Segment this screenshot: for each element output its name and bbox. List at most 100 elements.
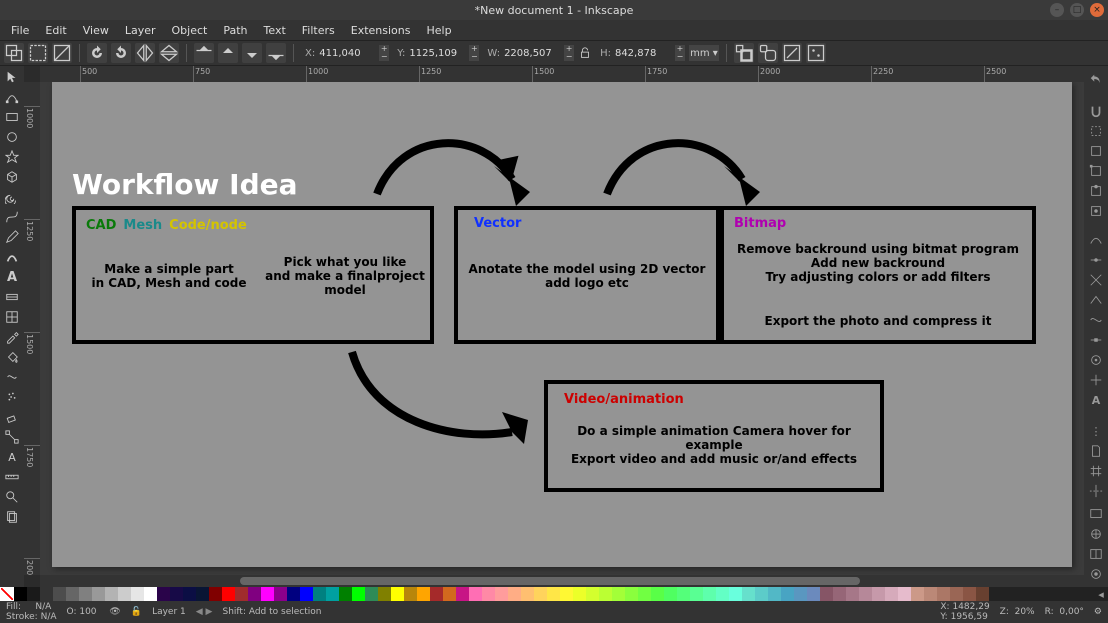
color-swatch[interactable] (638, 587, 651, 601)
color-swatch[interactable] (508, 587, 521, 601)
color-swatch[interactable] (131, 587, 144, 601)
color-swatch[interactable] (352, 587, 365, 601)
color-swatch[interactable] (807, 587, 820, 601)
color-swatch[interactable] (950, 587, 963, 601)
color-swatch[interactable] (313, 587, 326, 601)
color-swatch[interactable] (859, 587, 872, 601)
menu-extensions[interactable]: Extensions (344, 22, 418, 39)
color-swatch[interactable] (599, 587, 612, 601)
snap-corners-icon[interactable] (1087, 163, 1105, 180)
preferences-icon[interactable]: ⚙ (1094, 607, 1102, 617)
select-tool-icon[interactable] (2, 68, 22, 86)
split-view-icon[interactable] (1087, 546, 1105, 563)
color-swatch[interactable] (300, 587, 313, 601)
color-swatch[interactable] (729, 587, 742, 601)
color-swatch[interactable] (27, 587, 40, 601)
color-swatch[interactable] (404, 587, 417, 601)
x-value[interactable]: 411,040 (319, 48, 375, 59)
color-swatch[interactable] (365, 587, 378, 601)
color-swatch[interactable] (183, 587, 196, 601)
color-swatch[interactable] (716, 587, 729, 601)
transform-move-gradient-icon[interactable] (782, 43, 802, 63)
color-swatch[interactable] (690, 587, 703, 601)
color-swatch[interactable] (378, 587, 391, 601)
mesh-tool-icon[interactable] (2, 308, 22, 326)
opacity-field[interactable]: O: 100 (67, 607, 100, 617)
color-swatch[interactable] (651, 587, 664, 601)
3dbox-tool-icon[interactable] (2, 168, 22, 186)
pages-tool-icon[interactable] (2, 508, 22, 526)
color-swatch[interactable] (625, 587, 638, 601)
layer-lock-icon[interactable]: 🔓 (131, 607, 142, 617)
color-swatch[interactable] (248, 587, 261, 601)
color-swatch[interactable] (261, 587, 274, 601)
color-swatch[interactable] (703, 587, 716, 601)
xray-icon[interactable] (1087, 566, 1105, 583)
rotate-ccw-icon[interactable] (87, 43, 107, 63)
color-swatch[interactable] (209, 587, 222, 601)
measure-tool-icon[interactable] (2, 468, 22, 486)
snap-bbox-icon[interactable] (1087, 123, 1105, 140)
color-swatch[interactable] (586, 587, 599, 601)
layer-visibility-icon[interactable]: 👁 (109, 607, 120, 617)
x-spinner[interactable]: +− (379, 45, 389, 61)
snap-object-center-icon[interactable] (1087, 352, 1105, 369)
color-swatch[interactable] (521, 587, 534, 601)
color-swatch[interactable] (170, 587, 183, 601)
color-swatch[interactable] (820, 587, 833, 601)
color-swatch[interactable] (794, 587, 807, 601)
menu-view[interactable]: View (76, 22, 116, 39)
snap-guide-icon[interactable] (1087, 483, 1105, 500)
star-tool-icon[interactable] (2, 148, 22, 166)
menu-object[interactable]: Object (165, 22, 215, 39)
color-swatch[interactable] (872, 587, 885, 601)
transform-move-pattern-icon[interactable] (806, 43, 826, 63)
rect-tool-icon[interactable] (2, 108, 22, 126)
color-managed-icon[interactable] (1087, 526, 1105, 543)
fill-stroke-indicator[interactable]: Fill: N/A Stroke: N/A (6, 602, 57, 622)
color-swatch[interactable] (755, 587, 768, 601)
color-swatch[interactable] (105, 587, 118, 601)
flip-h-icon[interactable] (135, 43, 155, 63)
h-spinner[interactable]: +− (675, 45, 685, 61)
canvas[interactable]: Workflow Idea CAD Mesh Code/node Make a … (40, 82, 1084, 575)
color-swatch[interactable] (287, 587, 300, 601)
color-swatch[interactable] (664, 587, 677, 601)
unit-select[interactable]: mm ▾ (689, 45, 719, 61)
h-value[interactable]: 842,878 (615, 48, 671, 59)
ruler-vertical[interactable]: 10001250150017502000 (24, 82, 40, 575)
color-swatch[interactable] (443, 587, 456, 601)
color-swatch[interactable] (430, 587, 443, 601)
color-swatch[interactable] (482, 587, 495, 601)
color-swatch[interactable] (833, 587, 846, 601)
color-swatch[interactable] (92, 587, 105, 601)
snap-nodes-icon[interactable] (1087, 231, 1105, 248)
menu-file[interactable]: File (4, 22, 36, 39)
snap-rotation-icon[interactable] (1087, 372, 1105, 389)
display-mode-icon[interactable] (1087, 506, 1105, 523)
rotate-cw-icon[interactable] (111, 43, 131, 63)
color-swatch[interactable] (53, 587, 66, 601)
spray-tool-icon[interactable] (2, 388, 22, 406)
rotation-field[interactable]: R: 0,00° (1045, 607, 1084, 617)
gradient-tool-icon[interactable] (2, 288, 22, 306)
raise-top-icon[interactable] (194, 43, 214, 63)
snap-grid-icon[interactable] (1087, 463, 1105, 480)
color-swatch[interactable] (976, 587, 989, 601)
dropper-tool-icon[interactable] (2, 328, 22, 346)
snap-icon[interactable] (1087, 103, 1105, 120)
color-swatch[interactable] (963, 587, 976, 601)
snap-intersect-icon[interactable] (1087, 272, 1105, 289)
w-spinner[interactable]: +− (564, 45, 574, 61)
lower-bottom-icon[interactable] (266, 43, 286, 63)
y-spinner[interactable]: +− (469, 45, 479, 61)
color-swatch[interactable] (40, 587, 53, 601)
color-swatch[interactable] (846, 587, 859, 601)
zoom-field[interactable]: Z: 20% (1000, 607, 1035, 617)
pencil-tool-icon[interactable] (2, 228, 22, 246)
color-swatch[interactable] (560, 587, 573, 601)
snap-page-icon[interactable] (1087, 443, 1105, 460)
color-swatch[interactable] (742, 587, 755, 601)
no-color-swatch[interactable] (0, 587, 14, 601)
zoom-tool-icon[interactable] (2, 488, 22, 506)
